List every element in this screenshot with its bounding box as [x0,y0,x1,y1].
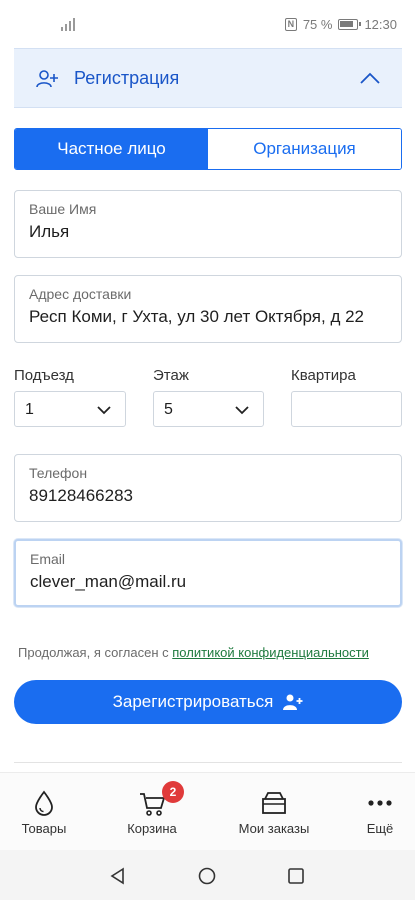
apartment-label: Квартира [291,367,356,384]
chevron-down-icon [97,406,111,415]
nav-label-cart: Корзина [127,821,177,836]
add-user-icon [36,70,58,88]
signal-icon [61,18,75,31]
registration-title: Регистрация [74,68,180,88]
floor-select[interactable]: 5 [153,391,264,427]
system-nav-bar [0,850,415,900]
address-field[interactable]: Адрес доставки Респ Коми, г Ухта, ул 30 … [14,275,402,343]
battery-icon [338,19,362,30]
status-bar: N 75 % 12:30 [0,0,415,44]
nfc-icon: N [284,18,297,31]
address-value[interactable]: Респ Коми, г Ухта, ул 30 лет Октября, д … [29,307,387,327]
phone-field[interactable]: Телефон 89128466283 [14,454,402,522]
entrance-label: Подъезд [14,367,74,384]
nav-item-more[interactable]: Ещё [345,773,415,851]
name-value[interactable]: Илья [29,222,387,242]
bottom-nav: Товары 2 Корзина Мои заказы Ещё [0,772,415,850]
more-icon [368,800,392,806]
nav-label-more: Ещё [366,821,394,836]
tab-organization[interactable]: Организация [208,129,401,169]
drop-icon [35,790,53,816]
apartment-input[interactable] [291,391,402,427]
name-field[interactable]: Ваше Имя Илья [14,190,402,258]
name-label: Ваше Имя [29,201,97,217]
phone-label: Телефон [29,465,88,481]
nav-item-cart[interactable]: 2 Корзина [108,773,196,851]
nav-item-orders[interactable]: Мои заказы [225,773,323,851]
entrance-select[interactable]: 1 [14,391,126,427]
box-icon [262,792,286,814]
phone-value[interactable]: 89128466283 [29,486,387,506]
nav-item-products[interactable]: Товары [0,773,88,851]
customer-type-toggle: Частное лицо Организация [14,128,402,170]
email-field[interactable]: Email clever_man@mail.ru [14,539,402,607]
address-label: Адрес доставки [29,286,132,302]
consent-text: Продолжая, я согласен с политикой конфид… [18,645,369,660]
floor-value: 5 [164,401,173,418]
email-label: Email [30,551,66,567]
register-button-label: Зарегистрироваться [112,692,274,711]
clock: 12:30 [364,17,397,32]
register-button[interactable]: Зарегистрироваться [14,680,402,724]
cart-badge: 2 [162,781,184,803]
consent-prefix: Продолжая, я согласен с [18,645,173,660]
email-value[interactable]: clever_man@mail.ru [30,572,386,592]
floor-label: Этаж [153,367,189,384]
privacy-policy-link[interactable]: политикой конфиденциальности [172,645,369,660]
tab-private-person[interactable]: Частное лицо [15,129,208,169]
add-user-icon [283,694,303,710]
home-icon[interactable] [198,867,216,885]
divider [14,762,402,763]
chevron-up-icon[interactable] [360,71,380,85]
registration-header[interactable]: Регистрация [14,48,402,108]
nav-label-products: Товары [21,821,67,836]
back-icon[interactable] [109,867,127,885]
entrance-value: 1 [25,401,34,418]
chevron-down-icon [235,406,249,415]
recents-icon[interactable] [287,867,305,885]
battery-percent: 75 % [302,17,333,32]
nav-label-orders: Мои заказы [238,821,310,836]
